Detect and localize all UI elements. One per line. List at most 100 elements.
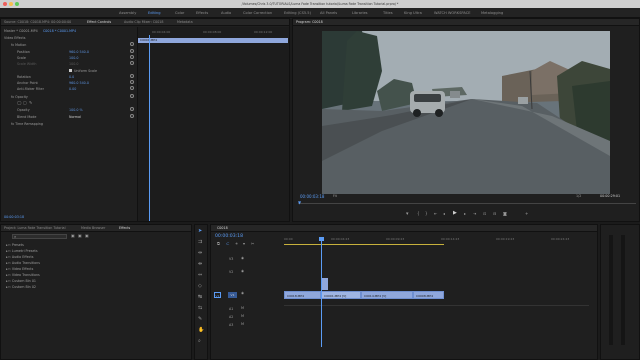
workspace-tab-libraries[interactable]: Libraries [352, 8, 368, 18]
rate-stretch-tool-icon[interactable]: ⇔ [198, 273, 202, 278]
resolution-dropdown[interactable]: 1/2 [576, 194, 581, 198]
slide-tool-icon[interactable]: ⇆ [198, 306, 202, 311]
track-label-a2[interactable]: A2 [229, 315, 233, 319]
tab-sequence[interactable]: C0018 [217, 225, 228, 232]
play-icon[interactable]: ▶ [453, 211, 457, 216]
workspace-tab-color[interactable]: Color [175, 8, 184, 18]
effects-folder-custom-bin-01[interactable]: ▸▭ Custom Bin 01 [6, 279, 36, 283]
effects-folder-audio-transitions[interactable]: ▸▭ Audio Transitions [6, 261, 40, 265]
effects-folder-lumetri[interactable]: ▸▭ Lumetri Presets [6, 249, 38, 253]
add-marker-icon[interactable]: ▾ [406, 212, 409, 217]
ec-clip-bar[interactable]: C0001.MP4 [138, 38, 288, 43]
tab-program[interactable]: Program: C0018 [296, 19, 323, 26]
reset-opacity-icon[interactable] [130, 94, 134, 98]
ellipse-mask-icon[interactable]: ◯ [17, 101, 21, 105]
32bit-effects-icon[interactable]: ▣ [78, 234, 82, 238]
tab-project[interactable]: Project: Luma Fade Transition Tutorial [4, 225, 65, 232]
workspace-tab-editing-cs55[interactable]: Editing (CS5.5) [284, 8, 311, 18]
anchor-point-value[interactable]: 960.0 540.0 [69, 81, 89, 85]
effects-folder-presets[interactable]: ▸▭ Presets [6, 243, 24, 247]
program-video-frame[interactable] [322, 31, 610, 194]
yuv-effects-icon[interactable]: ▣ [85, 234, 89, 238]
reset-blend-icon[interactable] [130, 114, 134, 118]
workspace-tab-editing[interactable]: Editing [148, 8, 161, 18]
keyframe-position-icon[interactable] [130, 49, 134, 53]
program-timecode[interactable]: 00:00:03:18 [300, 194, 324, 199]
program-scrub-bar[interactable] [298, 203, 636, 204]
maximize-window-icon[interactable] [15, 2, 19, 6]
track-label-a3[interactable]: A3 [229, 323, 233, 327]
selection-tool-icon[interactable]: ➤ [198, 229, 202, 234]
hand-tool-icon[interactable]: ✋ [198, 328, 204, 333]
work-area-bar[interactable] [284, 244, 444, 245]
tab-media-browser[interactable]: Media Browser [81, 225, 105, 232]
mark-in-icon[interactable]: { [417, 212, 420, 216]
keyframe-scale-width-icon[interactable] [130, 61, 134, 65]
rectangle-mask-icon[interactable]: ▢ [23, 101, 27, 105]
accelerated-effects-icon[interactable]: ▣ [71, 234, 75, 238]
mute-track-icon[interactable]: M [241, 306, 244, 311]
track-label-v2[interactable]: V2 [229, 270, 233, 274]
ec-playhead[interactable] [149, 35, 150, 221]
effects-folder-video-effects[interactable]: ▸▭ Video Effects [6, 267, 33, 271]
tab-metadata[interactable]: Metadata [177, 19, 193, 26]
insert-nest-icon[interactable]: ⧉ [217, 242, 220, 246]
workspace-tab-titles[interactable]: Titles [383, 8, 393, 18]
timeline-clip[interactable]: C0008.MP4 [413, 291, 444, 299]
zoom-tool-icon[interactable]: ⌕ [198, 339, 201, 344]
effects-folder-audio-effects[interactable]: ▸▭ Audio Effects [6, 255, 33, 259]
mute-track-icon[interactable]: M [241, 314, 244, 319]
v2-clip[interactable] [321, 278, 328, 290]
timeline-playhead[interactable] [321, 237, 322, 347]
playhead-handle[interactable] [319, 237, 324, 241]
close-window-icon[interactable] [3, 2, 7, 6]
slip-tool-icon[interactable]: ↹ [198, 295, 202, 300]
pen-tool-icon[interactable]: ✎ [198, 317, 202, 322]
go-to-out-icon[interactable]: ⇥ [473, 212, 476, 216]
timeline-clip[interactable]: C0018.MP4 [284, 291, 321, 299]
wrench-icon[interactable]: ✂ [251, 242, 254, 246]
position-value[interactable]: 960.0 540.0 [69, 50, 89, 54]
effect-controls-timeline[interactable]: 00:00:04:00 00:00:08:00 00:00:12:00 C000… [137, 27, 289, 221]
tab-source[interactable]: Source: C0018: C0018.MP4: 00:00:00:00 [4, 19, 71, 26]
track-label-v1[interactable]: V1 [228, 292, 237, 298]
track-select-tool-icon[interactable]: ⇉ [198, 240, 202, 245]
workspace-tab-assembly[interactable]: Assembly [119, 8, 136, 18]
workspace-tab-audio[interactable]: Audio [221, 8, 231, 18]
snap-icon[interactable]: ⊂ [226, 242, 229, 246]
mute-track-icon[interactable]: M [241, 322, 244, 327]
timeline-clip[interactable]: C0014.MP4 [V] [361, 291, 413, 299]
reset-motion-icon[interactable] [130, 42, 134, 46]
toggle-track-output-icon[interactable]: ◉ [241, 291, 244, 296]
pen-mask-icon[interactable]: ✎ [29, 101, 32, 105]
blend-mode-select[interactable]: Normal [69, 115, 81, 119]
workspace-tab-watch[interactable]: WATCH WORKSPACE [434, 8, 471, 18]
source-patch-v1[interactable]: V1 [214, 292, 221, 298]
ec-timecode[interactable]: 00:00:03:18 [4, 215, 24, 219]
opacity-value[interactable]: 100.0 % [69, 108, 83, 112]
workspace-tab-metalogging[interactable]: Metalogging [481, 8, 503, 18]
toggle-track-output-icon[interactable]: ◉ [241, 269, 244, 274]
razor-tool-icon[interactable]: ◇ [198, 284, 202, 289]
button-editor-icon[interactable]: + [525, 212, 528, 216]
keyframe-opacity-icon[interactable] [130, 107, 134, 111]
workspace-tab-king-ultra[interactable]: King Ultra [404, 8, 422, 18]
master-clip-label[interactable]: Master * C0001.MP4 [4, 29, 38, 33]
timeline-timecode[interactable]: 00:00:03:18 [215, 234, 243, 239]
fit-dropdown[interactable]: Fit [333, 194, 337, 198]
effects-search-input[interactable]: ⌕ [12, 234, 67, 239]
extract-icon[interactable]: ⊟ [493, 212, 496, 216]
workspace-tab-effects[interactable]: Effects [196, 8, 208, 18]
keyframe-rotation-icon[interactable] [130, 74, 134, 78]
fx-opacity[interactable]: fx Opacity [11, 95, 28, 99]
minimize-window-icon[interactable] [9, 2, 13, 6]
tab-effect-controls[interactable]: Effect Controls [87, 19, 111, 26]
track-label-a1[interactable]: A1 [229, 307, 233, 311]
effects-folder-video-transitions[interactable]: ▸▭ Video Transitions [6, 273, 40, 277]
add-marker-icon[interactable]: ▾ [243, 242, 245, 246]
go-to-in-icon[interactable]: ⇤ [434, 212, 437, 216]
keyframe-scale-icon[interactable] [130, 55, 134, 59]
scale-value[interactable]: 100.0 [69, 56, 78, 60]
export-frame-icon[interactable]: ◙ [503, 212, 507, 216]
uniform-scale-checkbox[interactable]: Uniform Scale [69, 69, 97, 73]
